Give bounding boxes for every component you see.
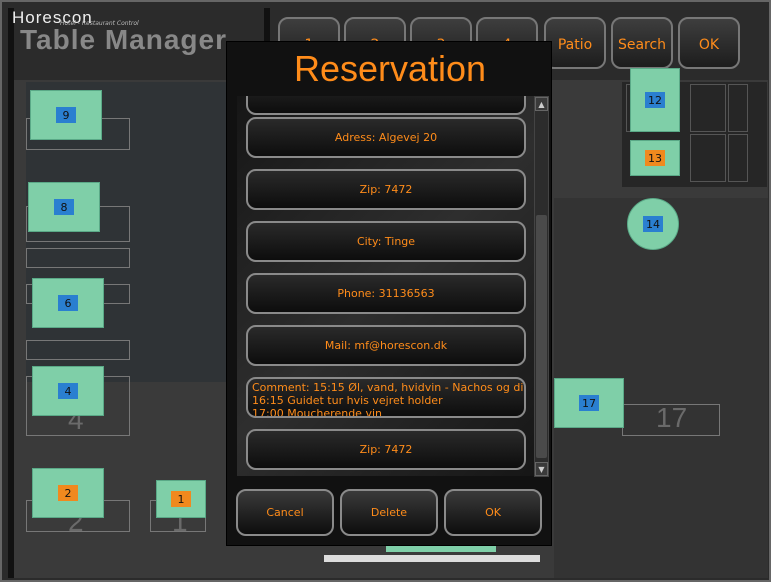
floor-bar bbox=[324, 555, 540, 562]
table-4[interactable]: 4 bbox=[32, 366, 104, 416]
table-number: 17 bbox=[579, 395, 599, 411]
table-number: 4 bbox=[58, 383, 78, 399]
dialog-title: Reservation bbox=[293, 48, 487, 89]
wall bbox=[8, 8, 14, 578]
ok-button[interactable]: OK bbox=[678, 17, 740, 69]
zip-field-secondary[interactable]: Zip: 7472 bbox=[246, 429, 526, 470]
floor-marker bbox=[386, 546, 496, 552]
table-13[interactable]: 13 bbox=[630, 140, 680, 176]
table-number: 12 bbox=[645, 92, 665, 108]
table-1[interactable]: 1 bbox=[156, 480, 206, 518]
scroll-thumb[interactable] bbox=[536, 215, 547, 458]
reservation-fields-list[interactable]: Adress: Algevej 20 Zip: 7472 City: Tinge… bbox=[237, 96, 539, 476]
table-number: 1 bbox=[171, 491, 191, 507]
table-number: 13 bbox=[645, 150, 665, 166]
table-number: 8 bbox=[54, 199, 74, 215]
table-number: 14 bbox=[643, 216, 663, 232]
search-button[interactable]: Search bbox=[611, 17, 673, 69]
table-outline bbox=[26, 340, 130, 360]
table-17[interactable]: 17 bbox=[554, 378, 624, 428]
table-number: 6 bbox=[58, 295, 78, 311]
table-outline bbox=[26, 248, 130, 268]
table-6[interactable]: 6 bbox=[32, 278, 104, 328]
table-number: 9 bbox=[56, 107, 76, 123]
field-partial[interactable] bbox=[246, 96, 526, 115]
scroll-down-arrow-icon[interactable]: ▼ bbox=[535, 462, 548, 476]
dialog-ok-button[interactable]: OK bbox=[444, 489, 542, 536]
mail-field[interactable]: Mail: mf@horescon.dk bbox=[246, 325, 526, 366]
table-number: 2 bbox=[58, 485, 78, 501]
delete-button[interactable]: Delete bbox=[340, 489, 438, 536]
address-field[interactable]: Adress: Algevej 20 bbox=[246, 117, 526, 158]
patio-button[interactable]: Patio bbox=[544, 17, 606, 69]
zip-field[interactable]: Zip: 7472 bbox=[246, 169, 526, 210]
phone-field[interactable]: Phone: 31136563 bbox=[246, 273, 526, 314]
comment-field[interactable]: Comment: 15:15 Øl, vand, hvidvin - Nacho… bbox=[246, 377, 526, 418]
reservation-dialog: Reservation Adress: Algevej 20 Zip: 7472… bbox=[226, 41, 552, 546]
table-2[interactable]: 2 bbox=[32, 468, 104, 518]
table-manager-window: 4 2 1 17 Horescon Hotel - Restaurant Con… bbox=[0, 0, 771, 582]
floor-label-17: 17 bbox=[656, 402, 688, 433]
table-8[interactable]: 8 bbox=[28, 182, 100, 232]
scroll-up-arrow-icon[interactable]: ▲ bbox=[535, 97, 548, 111]
table-12[interactable]: 12 bbox=[630, 68, 680, 132]
table-14[interactable]: 14 bbox=[627, 198, 679, 250]
city-field[interactable]: City: Tinge bbox=[246, 221, 526, 262]
scrollbar[interactable]: ▲ ▼ bbox=[534, 96, 549, 477]
page-title: Table Manager bbox=[20, 24, 227, 55]
table-9[interactable]: 9 bbox=[30, 90, 102, 140]
cancel-button[interactable]: Cancel bbox=[236, 489, 334, 536]
